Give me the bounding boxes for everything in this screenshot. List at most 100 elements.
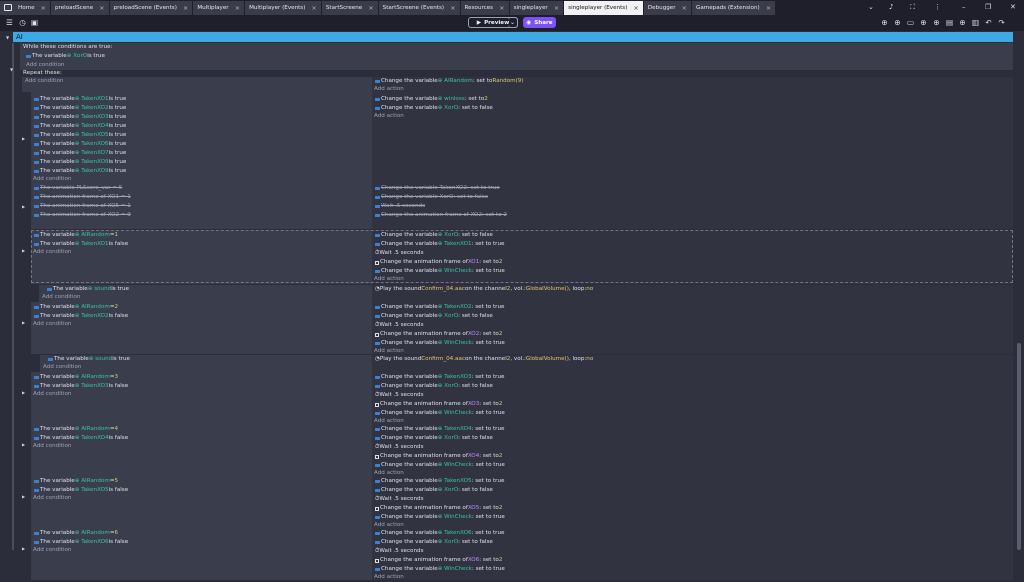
add-group-icon[interactable]: ⊕ — [919, 18, 928, 27]
close-tab-icon[interactable]: × — [183, 4, 188, 12]
variable-name: ⊕ TakenXO2 — [437, 304, 472, 310]
tab-multiplayer[interactable]: Multiplayer × — [193, 0, 245, 15]
variable-name: ⊕ XorO — [66, 53, 88, 59]
undo-icon[interactable]: ↶ — [984, 18, 993, 27]
event-line: Change the animation frame of XO6: set t… — [375, 556, 502, 565]
expand-icon[interactable]: ▶ — [22, 136, 25, 141]
close-tab-icon[interactable]: × — [633, 4, 638, 12]
collapse-icon[interactable]: ▼ — [6, 35, 9, 40]
condition-icon — [34, 531, 39, 536]
text: : set to false — [458, 539, 493, 545]
event-line: Change the animation frame of XO1: set t… — [375, 258, 502, 267]
disabled-action: Change the animation frame of XO2: set t… — [381, 212, 507, 218]
add-action-button[interactable]: Add action — [374, 275, 404, 284]
add-condition-button[interactable]: Add condition — [33, 175, 71, 184]
extension-icon[interactable]: ⛶ — [910, 0, 915, 14]
expand-icon[interactable]: ▶ — [22, 494, 25, 499]
add-condition-label: Add condition — [33, 495, 72, 501]
event-line: The variable ⊕ TakenXO4 is true — [34, 122, 126, 131]
delete-icon[interactable]: ▥ — [971, 18, 980, 27]
add-condition-button[interactable]: Add condition — [33, 390, 71, 399]
tab-multiplayer-events-[interactable]: Multiplayer (Events) × — [245, 0, 321, 15]
add-condition-button[interactable]: Add condition — [25, 77, 63, 86]
add-condition-button[interactable]: Add condition — [33, 442, 71, 451]
close-tab-icon[interactable]: × — [554, 4, 559, 12]
close-tab-icon[interactable]: × — [766, 4, 771, 12]
value: 2 — [114, 304, 119, 310]
debug-icon[interactable]: ▣ — [30, 18, 39, 27]
chevron-down-icon[interactable]: ⌄ — [868, 0, 874, 14]
object-name: XO5 — [467, 505, 480, 511]
condition-icon — [34, 151, 39, 156]
close-tab-icon[interactable]: × — [311, 4, 316, 12]
menu-icon[interactable]: ☰ — [5, 18, 14, 27]
close-tab-icon[interactable]: × — [41, 4, 46, 12]
minimize-icon[interactable]: – — [962, 0, 966, 14]
close-tab-icon[interactable]: × — [99, 4, 104, 12]
share-button[interactable]: ◉ Share — [523, 17, 556, 28]
preview-options-chevron-icon[interactable]: ⌄ — [508, 17, 518, 28]
text: is true — [112, 356, 130, 362]
close-tab-icon[interactable]: × — [235, 4, 240, 12]
add-condition-button[interactable]: Add condition — [33, 494, 71, 503]
expand-icon[interactable]: ▶ — [22, 248, 25, 253]
condition-icon — [34, 133, 39, 138]
sprite-icon — [375, 558, 379, 563]
notifications-icon[interactable]: ♪ — [889, 0, 893, 14]
tab-preloadscene-events-[interactable]: preloadScene (Events) × — [109, 0, 193, 15]
expand-icon[interactable]: ▶ — [22, 390, 25, 395]
object-name: XO6 — [467, 557, 480, 563]
add-condition-button[interactable]: Add condition — [42, 293, 80, 302]
add-action-button[interactable]: Add action — [374, 573, 404, 582]
tab-gamepads-extension-[interactable]: Gamepads (Extension) × — [692, 0, 776, 15]
history-icon[interactable]: ◷ — [18, 18, 27, 27]
expand-icon[interactable]: ▶ — [22, 204, 25, 209]
group-header[interactable]: AI — [13, 32, 1013, 42]
condition-icon — [34, 195, 39, 200]
redo-icon[interactable]: ↷ — [997, 18, 1006, 27]
close-tab-icon[interactable]: × — [450, 4, 455, 12]
settings-icon[interactable]: ⊕ — [958, 18, 967, 27]
add-condition-button[interactable]: Add condition — [43, 363, 81, 372]
text: Change the variable — [381, 232, 438, 238]
more-icon[interactable]: ⋮ — [934, 0, 941, 14]
tab-home[interactable]: Home × — [0, 0, 50, 15]
tab-preloadscene[interactable]: preloadScene × — [50, 0, 109, 15]
add-action-label: Add action — [374, 276, 404, 282]
event-line: Change the variable ⊕ TakenXO1: set to t… — [375, 240, 504, 249]
close-window-icon[interactable]: ✕ — [1010, 0, 1016, 14]
event-line: Change the variable ⊕ TakenXO2: set to t… — [375, 303, 504, 312]
collapse-icon[interactable]: ▼ — [10, 67, 13, 72]
maximize-icon[interactable]: ❐ — [985, 0, 991, 14]
tab-singleplayer[interactable]: singleplayer × — [509, 0, 564, 15]
add-other-icon[interactable]: ⊕ — [932, 18, 941, 27]
chat-icon[interactable]: ▤ — [945, 18, 954, 27]
add-condition-button[interactable]: Add condition — [33, 320, 71, 329]
add-subevent-icon[interactable]: ⊕ — [893, 18, 902, 27]
vertical-scrollbar[interactable] — [1017, 343, 1021, 550]
close-tab-icon[interactable]: × — [499, 4, 504, 12]
add-condition-label: Add condition — [33, 321, 72, 327]
tab-label: Gamepads (Extension) — [696, 4, 760, 11]
tab-resources[interactable]: Resources × — [460, 0, 509, 15]
condition-icon — [375, 213, 380, 218]
add-action-button[interactable]: Add action — [374, 112, 404, 121]
tab-singleplayer-events-[interactable]: singleplayer (Events) × — [564, 0, 643, 15]
expand-icon[interactable]: ▶ — [22, 442, 25, 447]
tab-startscreene-events-[interactable]: StartScreene (Events) × — [378, 0, 460, 15]
close-tab-icon[interactable]: × — [368, 4, 373, 12]
add-condition-button[interactable]: Add condition — [33, 546, 71, 555]
tab-startscreene[interactable]: StartScreene × — [321, 0, 378, 15]
condition-icon — [48, 357, 53, 362]
add-condition-button[interactable]: Add condition — [33, 248, 71, 257]
variable-name: ⊕ XorO — [437, 435, 459, 441]
add-event-icon[interactable]: ⊕ — [880, 18, 889, 27]
variable-name: ⊕ TakenXO4 — [74, 435, 109, 441]
add-comment-icon[interactable]: ▭ — [906, 18, 915, 27]
while-block — [20, 43, 1013, 70]
expand-icon[interactable]: ▶ — [22, 320, 25, 325]
text: is true — [108, 123, 127, 129]
expand-icon[interactable]: ▶ — [22, 546, 25, 551]
tab-debugger[interactable]: Debugger × — [643, 0, 691, 15]
close-tab-icon[interactable]: × — [682, 4, 687, 12]
